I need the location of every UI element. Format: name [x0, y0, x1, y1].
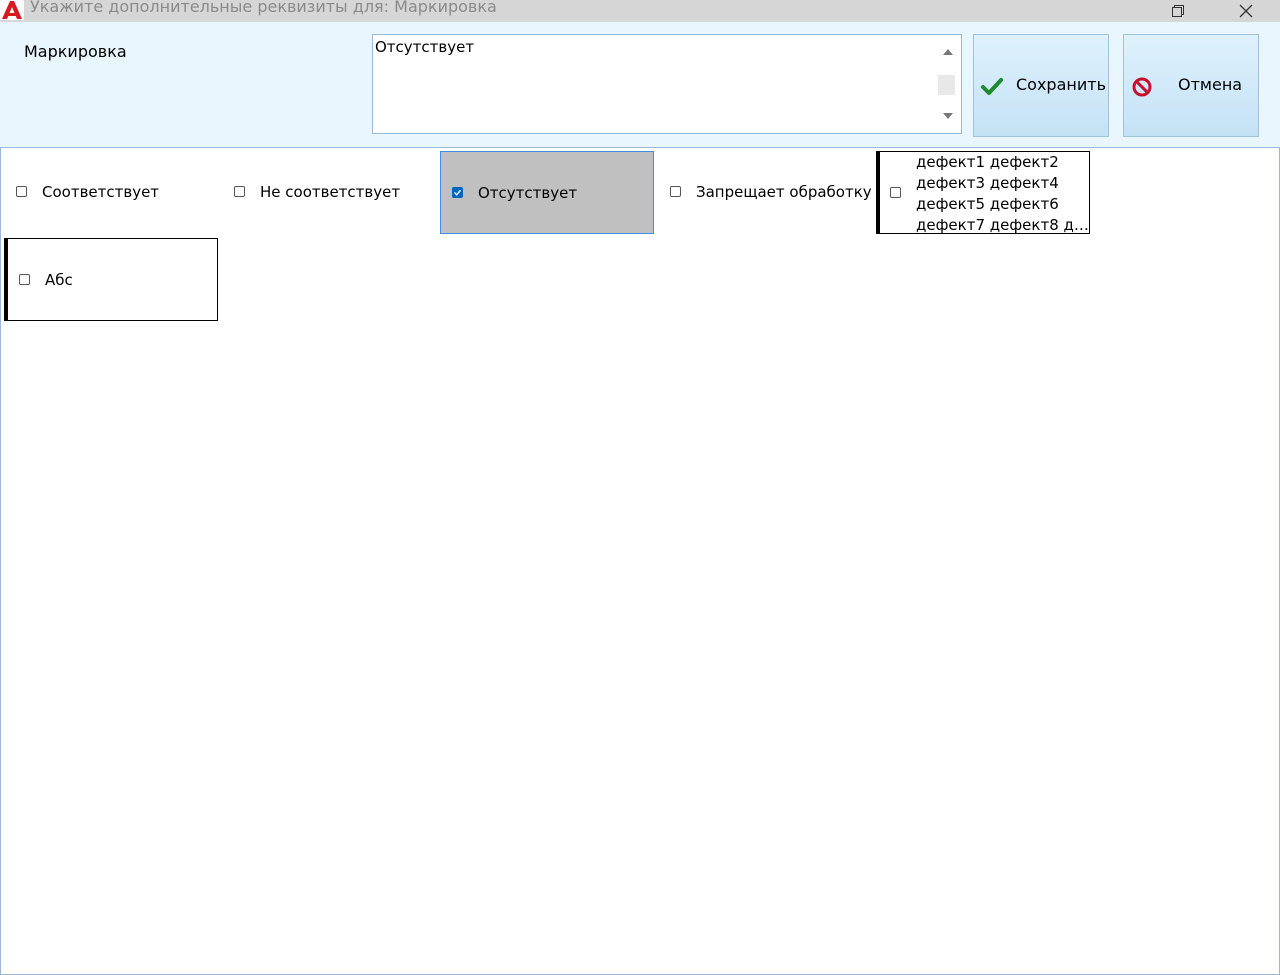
- close-button[interactable]: [1226, 0, 1266, 22]
- checkbox[interactable]: [19, 274, 30, 285]
- vertical-scrollbar[interactable]: [935, 35, 961, 133]
- option-abs[interactable]: Абс: [4, 238, 218, 321]
- checkbox[interactable]: [234, 186, 245, 197]
- option-defects[interactable]: дефект1 дефект2 дефект3 дефект4 дефект5 …: [876, 151, 1092, 236]
- cancel-button[interactable]: Отмена: [1123, 34, 1259, 137]
- window-title: Укажите дополнительные реквизиты для: Ма…: [30, 0, 497, 16]
- option-sootvetstvuet[interactable]: Соответствует: [5, 151, 218, 234]
- restore-icon: [1172, 5, 1184, 17]
- option-line: дефект7 дефект8 де...: [916, 216, 1092, 234]
- app-logo-icon: [0, 0, 24, 20]
- option-label: Отсутствует: [478, 184, 578, 202]
- field-label: Маркировка: [24, 42, 127, 61]
- checkbox[interactable]: [890, 187, 901, 198]
- cancel-label: Отмена: [1178, 75, 1243, 94]
- title-bar: Укажите дополнительные реквизиты для: Ма…: [0, 0, 1280, 22]
- close-icon: [1239, 4, 1253, 18]
- option-label: Абс: [45, 271, 73, 289]
- checkmark-icon: [981, 78, 1003, 95]
- scroll-thumb[interactable]: [938, 75, 955, 95]
- option-multiline-label: дефект1 дефект2 дефект3 дефект4 дефект5 …: [916, 152, 1092, 236]
- option-label: Не соответствует: [260, 183, 401, 201]
- value-textarea[interactable]: Отсутствует: [372, 34, 962, 134]
- arrow-up-icon: [943, 49, 953, 55]
- header-panel: Маркировка Отсутствует Сохранить Отмена: [0, 22, 1280, 147]
- option-line: дефект1 дефект2: [916, 153, 1059, 171]
- save-label: Сохранить: [1016, 75, 1106, 94]
- option-label: Соответствует: [42, 183, 160, 201]
- option-label: Запрещает обработку: [696, 183, 872, 201]
- checkbox[interactable]: [670, 186, 681, 197]
- checkbox-checked[interactable]: [452, 187, 463, 198]
- option-otsutstvuet[interactable]: Отсутствует: [440, 151, 654, 234]
- value-text: Отсутствует: [375, 38, 475, 56]
- no-entry-icon: [1132, 77, 1152, 97]
- checkbox[interactable]: [16, 186, 27, 197]
- scroll-up-button[interactable]: [935, 43, 961, 61]
- scroll-down-button[interactable]: [935, 107, 961, 125]
- arrow-down-icon: [943, 113, 953, 119]
- restore-button[interactable]: [1158, 0, 1198, 22]
- option-zapreshchaet-obrabotku[interactable]: Запрещает обработку: [659, 151, 872, 234]
- check-icon: [454, 189, 462, 196]
- options-panel: Соответствует Не соответствует Отсутству…: [0, 147, 1280, 975]
- option-line: дефект5 дефект6: [916, 195, 1059, 213]
- save-button[interactable]: Сохранить: [973, 34, 1109, 137]
- option-line: дефект3 дефект4: [916, 174, 1059, 192]
- option-ne-sootvetstvuet[interactable]: Не соответствует: [223, 151, 436, 234]
